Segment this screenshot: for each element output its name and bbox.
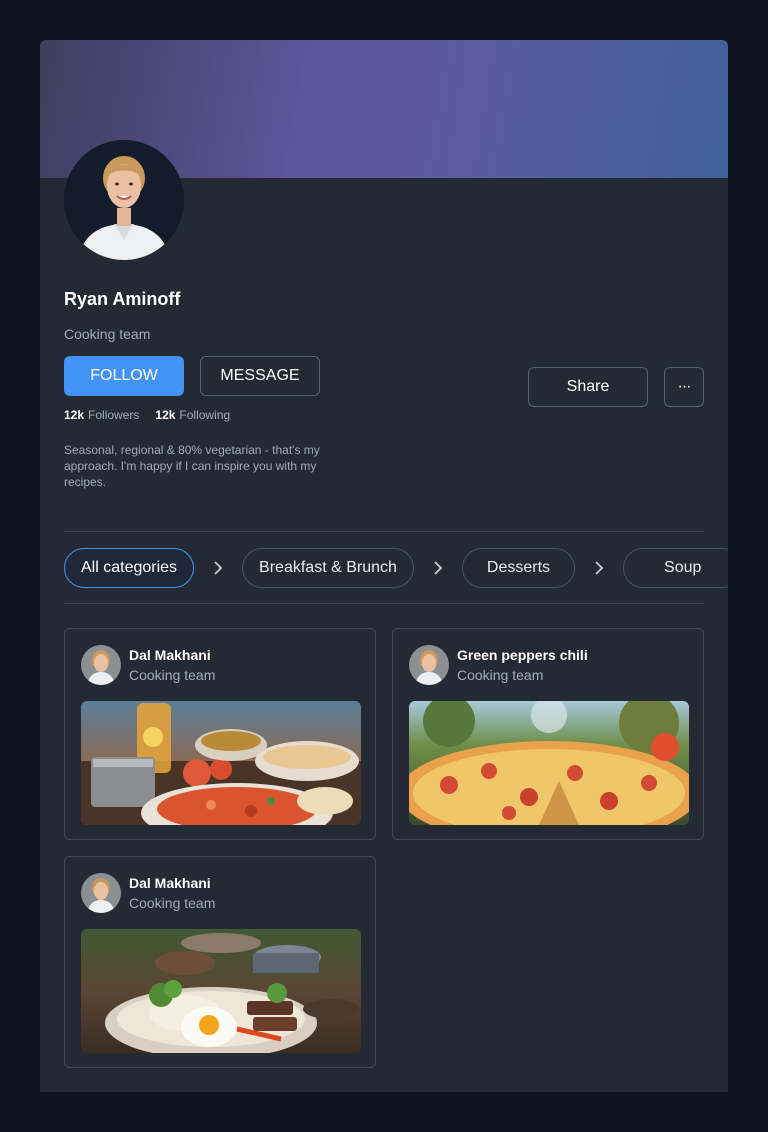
profile-role: Cooking team	[64, 326, 151, 342]
category-tabs: All categories Breakfast & Brunch Desser…	[64, 548, 728, 588]
profile-bio: Seasonal, regional & 80% vegetarian - th…	[64, 443, 320, 489]
chevron-right-icon[interactable]	[194, 561, 242, 575]
recipe-author: Cooking team	[129, 667, 216, 683]
more-dots-icon: ···	[677, 378, 692, 395]
pizza-photo[interactable]	[409, 701, 689, 825]
divider-bottom	[64, 603, 704, 604]
followers-label: Followers	[88, 408, 140, 422]
chevron-right-icon[interactable]	[414, 561, 462, 575]
recipe-title[interactable]: Dal Makhani	[129, 647, 211, 663]
followers-stat[interactable]: 12k Followers	[64, 408, 139, 422]
profile-avatar	[64, 140, 184, 260]
recipe-card[interactable]: Green peppers chili Cooking team	[392, 628, 704, 840]
author-avatar	[81, 645, 121, 685]
followers-count: 12k	[64, 408, 85, 422]
category-chip-soup[interactable]: Soup	[623, 548, 728, 588]
recipe-author: Cooking team	[129, 895, 216, 911]
author-avatar	[409, 645, 449, 685]
category-chip-breakfast[interactable]: Breakfast & Brunch	[242, 548, 414, 588]
recipe-title[interactable]: Dal Makhani	[129, 875, 211, 891]
following-label: Following	[179, 408, 231, 422]
category-chip-desserts[interactable]: Desserts	[461, 548, 576, 588]
profile-name: Ryan Aminoff	[64, 289, 181, 309]
recipe-card[interactable]: Dal Makhani Cooking team	[64, 628, 376, 840]
indian-meal-photo[interactable]	[81, 701, 361, 825]
divider-top	[64, 531, 704, 532]
message-button[interactable]: MESSAGE	[200, 356, 320, 396]
author-avatar	[81, 873, 121, 913]
category-chip-all[interactable]: All categories	[64, 548, 195, 588]
recipe-title[interactable]: Green peppers chili	[457, 647, 588, 663]
share-button[interactable]: Share	[528, 367, 648, 407]
profile-card: Ryan Aminoff Cooking team FOLLOW MESSAGE…	[40, 40, 728, 1092]
more-options-button[interactable]: ···	[664, 367, 704, 407]
following-stat[interactable]: 12k Following	[155, 408, 230, 422]
following-count: 12k	[155, 408, 176, 422]
follow-button[interactable]: FOLLOW	[64, 356, 184, 396]
recipe-author: Cooking team	[457, 667, 544, 683]
rice-bowl-egg-photo[interactable]	[81, 929, 361, 1053]
chevron-right-icon[interactable]	[575, 561, 623, 575]
recipe-card[interactable]: Dal Makhani Cooking team	[64, 856, 376, 1068]
profile-stats: 12k Followers 12k Following	[64, 408, 230, 422]
